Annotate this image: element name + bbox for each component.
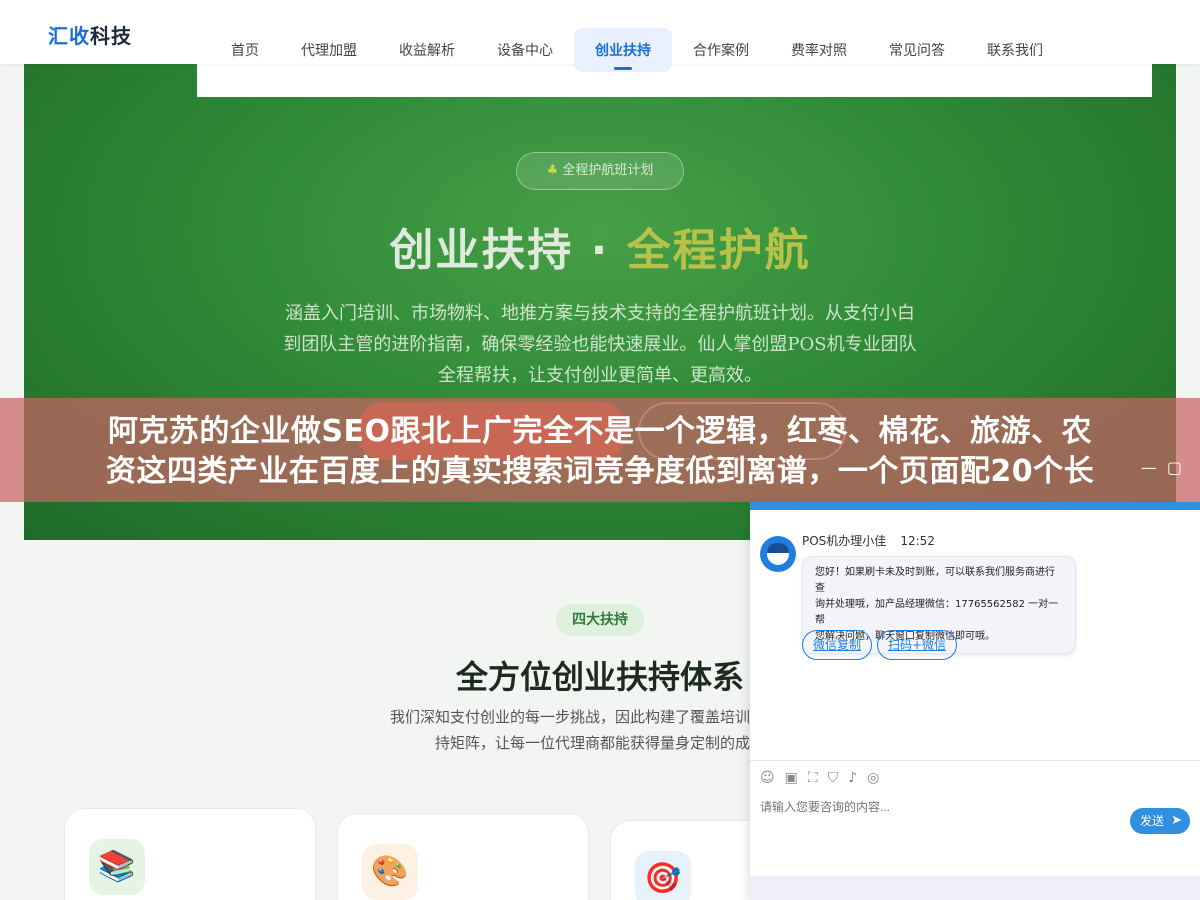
chat-footer-bar [750, 876, 1200, 900]
volume-icon[interactable]: ♪ [848, 770, 857, 786]
agent-name-line: POS机办理小佳 12:52 [802, 532, 935, 549]
hero-description: 涵盖入门培训、市场物料、地推方案与技术支持的全程护航班计划。从支付小白 到团队主… [256, 298, 944, 391]
agent-avatar [760, 536, 796, 572]
nav-menu: 首页 代理加盟 收益解析 设备中心 创业扶持 合作案例 费率对照 常见问答 联系… [210, 28, 1064, 72]
chat-message-input[interactable] [760, 800, 1120, 814]
nav-item-contact[interactable]: 联系我们 [966, 28, 1064, 72]
banner-line: 阿克苏的企业做SEO跟北上广完全不是一个逻辑，红枣、棉花、旅游、农 [107, 414, 1093, 449]
nav-item-cases[interactable]: 合作案例 [672, 28, 770, 72]
chat-toolbar: ☺ ▣ ⛶ ⛉ ♪ ◎ [760, 770, 889, 786]
hero-desc-line: 到团队主管的进阶指南，确保零经验也能快速展业。仙人掌创盟POS机专业团队 [283, 334, 917, 355]
banner-line: 资这四类产业在百度上的真实搜索词竞争度低到离谱，一个页面配20个长 [105, 454, 1095, 489]
message-line: 询并处理哦，加产品经理微信：17765562582 一对一帮 [815, 599, 1059, 626]
logo-part1: 汇收 [48, 24, 90, 48]
section-tag: 四大扶持 [556, 604, 644, 636]
hero-desc-line: 涵盖入门培训、市场物料、地推方案与技术支持的全程护航班计划。从支付小白 [285, 303, 915, 324]
send-button[interactable]: 发送 ➤ [1130, 808, 1190, 834]
avatar-hair [767, 543, 789, 553]
hero-badge-label: 全程护航班计划 [562, 163, 654, 178]
send-arrow-icon: ➤ [1171, 813, 1182, 828]
books-icon: 📚 [89, 839, 145, 895]
emoji-icon[interactable]: ☺ [760, 770, 775, 786]
agent-name: POS机办理小佳 [802, 534, 887, 548]
overlay-banner: 阿克苏的企业做SEO跟北上广完全不是一个逻辑，红枣、棉花、旅游、农 资这四类产业… [0, 398, 1200, 502]
chat-divider [750, 760, 1200, 761]
shield-icon[interactable]: ⛉ [828, 770, 839, 786]
logo-part2: 科技 [90, 24, 132, 48]
nav-item-startup-support[interactable]: 创业扶持 [574, 28, 672, 72]
hero-desc-line: 全程帮扶，让支付创业更简单、更高效。 [438, 365, 762, 386]
chat-history-icon[interactable]: ◎ [867, 770, 879, 786]
chat-widget: POS机办理小佳 12:52 您好！如果刷卡未及时到账，可以联系我们服务商进行查 … [750, 502, 1200, 900]
nav-item-revenue[interactable]: 收益解析 [378, 28, 476, 72]
nav-item-home[interactable]: 首页 [210, 28, 280, 72]
maximize-icon[interactable]: ▢ [1167, 458, 1182, 477]
chat-window-controls: — ▢ [1131, 458, 1182, 477]
scan-wechat-button[interactable]: 扫码+微信 [877, 630, 957, 660]
site-logo[interactable]: 汇收科技 [48, 20, 132, 49]
message-line: 您好！如果刷卡未及时到账，可以联系我们服务商进行查 [815, 567, 1055, 594]
message-time: 12:52 [900, 534, 935, 548]
support-card-materials[interactable]: 🎨 [337, 813, 589, 900]
nav-item-faq[interactable]: 常见问答 [868, 28, 966, 72]
nav-item-rates[interactable]: 费率对照 [770, 28, 868, 72]
cactus-icon: ♣ [546, 163, 559, 178]
crop-icon[interactable]: ⛶ [808, 770, 818, 786]
target-icon: 🎯 [635, 851, 691, 900]
copy-wechat-button[interactable]: 微信复制 [802, 630, 872, 660]
chat-header-bar [750, 502, 1200, 510]
hero-title-dot: · [590, 225, 610, 276]
minimize-icon[interactable]: — [1141, 458, 1157, 477]
nav-item-devices[interactable]: 设备中心 [476, 28, 574, 72]
hero-title: 创业扶持 · 全程护航 [24, 214, 1176, 278]
nav-item-agent-join[interactable]: 代理加盟 [280, 28, 378, 72]
palette-icon: 🎨 [362, 844, 418, 900]
hero-title-gold: 全程护航 [626, 225, 811, 276]
hero-title-white: 创业扶持 [389, 225, 574, 276]
support-card-training[interactable]: 📚 [64, 808, 316, 900]
top-navbar: 汇收科技 首页 代理加盟 收益解析 设备中心 创业扶持 合作案例 费率对照 常见… [0, 0, 1200, 72]
hero-badge: ♣ 全程护航班计划 [516, 152, 684, 190]
image-icon[interactable]: ▣ [785, 770, 798, 786]
send-label: 发送 [1140, 814, 1165, 828]
